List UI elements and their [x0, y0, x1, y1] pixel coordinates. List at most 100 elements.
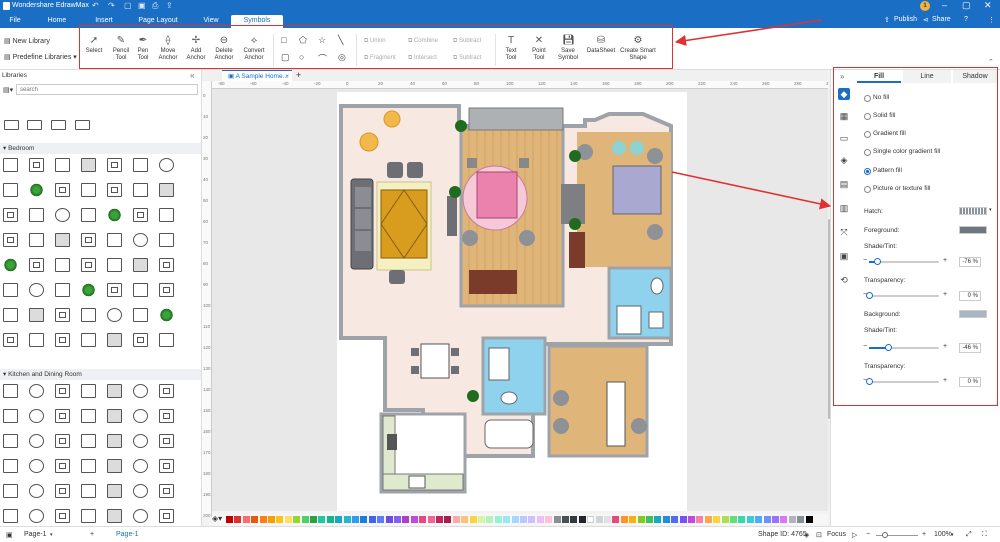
palette-swatch[interactable]	[419, 516, 427, 523]
palette-swatch[interactable]	[805, 516, 813, 523]
document-tab[interactable]: ▣ A Sample Home... ×	[222, 70, 292, 81]
library-symbol[interactable]	[81, 258, 96, 272]
palette-swatch[interactable]	[629, 516, 637, 523]
library-symbol[interactable]	[55, 509, 70, 523]
library-symbol[interactable]	[29, 459, 44, 473]
palette-swatch[interactable]	[469, 516, 477, 523]
library-symbol[interactable]	[3, 384, 18, 398]
library-symbol[interactable]	[29, 283, 44, 297]
library-section-kitchen[interactable]: ▾ Kitchen and Dining Room	[0, 369, 201, 380]
redo-icon[interactable]: ↷	[108, 1, 115, 10]
library-symbol[interactable]	[55, 308, 70, 322]
library-symbol[interactable]	[133, 434, 148, 448]
library-symbol[interactable]	[29, 158, 44, 172]
palette-swatch[interactable]	[234, 516, 242, 523]
maximize-icon[interactable]: ▢	[962, 0, 971, 11]
library-symbol[interactable]	[133, 158, 148, 172]
floor-plan[interactable]	[337, 92, 687, 511]
fill-bucket-icon[interactable]: ◈▾	[212, 514, 222, 523]
palette-swatch[interactable]	[352, 516, 359, 523]
palette-swatch[interactable]	[494, 516, 502, 523]
palette-swatch[interactable]	[251, 516, 259, 523]
library-symbol[interactable]	[159, 183, 174, 197]
library-symbol[interactable]	[29, 308, 44, 322]
library-symbol[interactable]	[4, 120, 19, 130]
palette-swatch[interactable]	[368, 516, 376, 523]
palette-swatch[interactable]	[486, 516, 494, 523]
library-symbol[interactable]	[107, 434, 122, 448]
collapse-panel-icon[interactable]: «	[190, 71, 194, 80]
library-symbol[interactable]	[29, 434, 44, 448]
library-symbol[interactable]	[3, 459, 18, 473]
palette-swatch[interactable]	[713, 516, 721, 523]
library-symbol[interactable]	[159, 208, 174, 222]
library-symbol[interactable]	[133, 283, 148, 297]
palette-swatch[interactable]	[704, 516, 712, 523]
palette-swatch[interactable]	[385, 516, 393, 523]
library-symbol[interactable]	[133, 183, 148, 197]
library-symbol[interactable]	[29, 183, 44, 197]
open-icon[interactable]: ▣	[138, 1, 146, 10]
library-symbol[interactable]	[29, 258, 44, 272]
library-symbol[interactable]	[55, 384, 70, 398]
palette-swatch[interactable]	[293, 516, 301, 523]
library-symbol[interactable]	[133, 308, 148, 322]
library-symbol[interactable]	[3, 158, 18, 172]
minimize-icon[interactable]: –	[942, 0, 947, 10]
focus-button[interactable]: Focus	[827, 531, 846, 538]
palette-swatch[interactable]	[746, 516, 754, 523]
palette-swatch[interactable]	[536, 516, 544, 523]
export-icon[interactable]: ⇪	[166, 1, 173, 10]
library-symbol[interactable]	[55, 459, 70, 473]
library-symbol[interactable]	[27, 120, 42, 130]
library-symbol[interactable]	[107, 509, 122, 523]
library-symbol[interactable]	[55, 434, 70, 448]
library-symbol[interactable]	[107, 409, 122, 423]
publish-button[interactable]: Publish	[894, 16, 917, 23]
library-symbol[interactable]	[55, 183, 70, 197]
library-symbol[interactable]	[29, 409, 44, 423]
close-icon[interactable]: ✕	[984, 0, 992, 11]
library-symbol[interactable]	[159, 283, 174, 297]
palette-swatch[interactable]	[360, 516, 368, 523]
palette-swatch[interactable]	[268, 516, 275, 523]
palette-swatch[interactable]	[637, 516, 645, 523]
palette-swatch[interactable]	[595, 516, 603, 523]
library-symbol[interactable]	[107, 384, 122, 398]
palette-swatch[interactable]	[696, 516, 704, 523]
palette-swatch[interactable]	[335, 516, 343, 523]
library-symbol[interactable]	[81, 434, 96, 448]
palette-swatch[interactable]	[410, 516, 418, 523]
print-icon[interactable]: ⎙	[152, 1, 158, 11]
publish-icon[interactable]: ⇪	[884, 16, 890, 24]
library-section-bedroom[interactable]: ▾ Bedroom	[0, 143, 201, 154]
new-library-button[interactable]: ▤ New Library	[4, 37, 50, 45]
drawing-page[interactable]	[337, 92, 687, 511]
library-symbol[interactable]	[107, 459, 122, 473]
library-symbol[interactable]	[55, 333, 70, 347]
library-symbol[interactable]	[133, 333, 148, 347]
library-symbol[interactable]	[81, 459, 96, 473]
help-icon[interactable]: ?	[964, 16, 968, 23]
library-symbol[interactable]	[3, 409, 18, 423]
palette-swatch[interactable]	[310, 516, 317, 523]
palette-swatch[interactable]	[772, 516, 779, 523]
collapse-ribbon-icon[interactable]: ⌃	[988, 58, 994, 66]
library-symbol[interactable]	[133, 409, 148, 423]
add-tab-icon[interactable]: +	[296, 70, 301, 80]
palette-swatch[interactable]	[377, 516, 385, 523]
share-icon[interactable]: ⋖	[923, 16, 929, 24]
palette-swatch[interactable]	[478, 516, 485, 523]
zoom-out-icon[interactable]: −	[866, 531, 870, 538]
palette-swatch[interactable]	[654, 516, 662, 523]
palette-swatch[interactable]	[662, 516, 670, 523]
library-symbol[interactable]	[3, 283, 18, 297]
library-symbol[interactable]	[107, 233, 122, 247]
library-symbol[interactable]	[29, 484, 44, 498]
undo-icon[interactable]: ↶	[92, 1, 99, 10]
zoom-in-icon[interactable]: +	[922, 531, 926, 538]
page-selector[interactable]: Page-1	[24, 531, 47, 538]
layers-icon[interactable]: ◈	[804, 531, 809, 539]
library-symbol[interactable]	[3, 509, 18, 523]
library-symbol[interactable]	[81, 283, 96, 297]
